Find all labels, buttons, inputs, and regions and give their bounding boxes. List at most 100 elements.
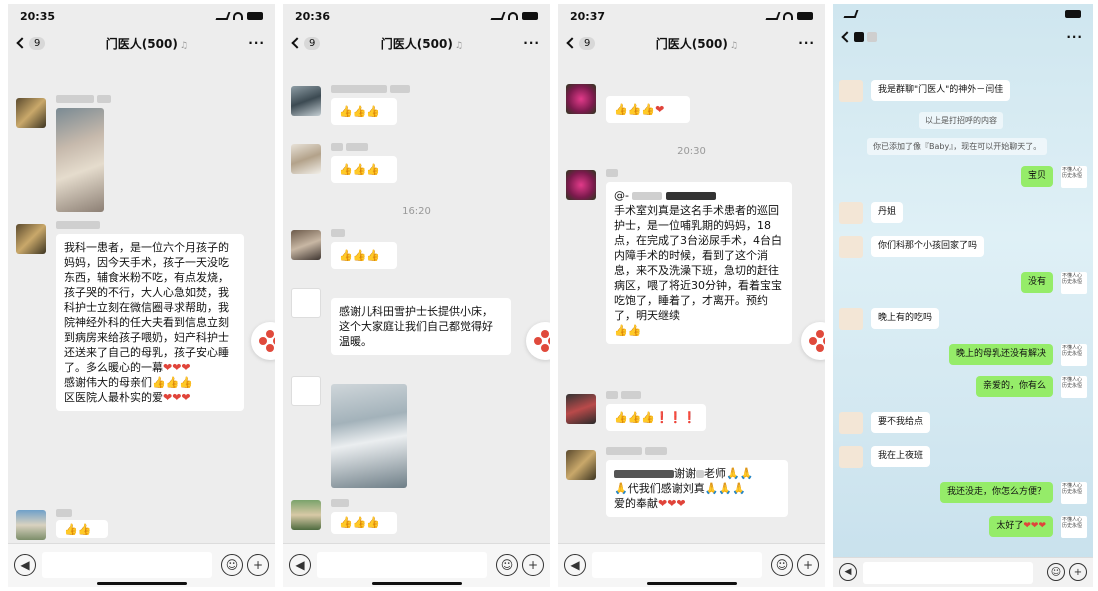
message-bubble[interactable]: 晚上有的吃吗 <box>871 308 940 329</box>
plus-icon[interactable]: + <box>247 554 269 576</box>
plus-icon[interactable]: + <box>1069 563 1087 581</box>
back-button[interactable]: 9 <box>291 36 321 50</box>
avatar[interactable] <box>16 224 46 254</box>
home-indicator <box>646 582 737 585</box>
message-bubble[interactable]: 没有 <box>1020 272 1053 293</box>
sender-name <box>331 84 410 94</box>
message-bubble[interactable]: 我科一患者，是一位六个月孩子的妈妈，因今天手术，孩子一天没吃东西，辅食米粉不吃，… <box>56 234 244 411</box>
message-bubble[interactable]: @- 手术室刘真是这名手术患者的巡回护士，是一位哺乳期的妈妈，18点，在完成了3… <box>606 182 792 344</box>
avatar[interactable] <box>839 446 863 468</box>
back-button[interactable]: 9 <box>566 36 596 50</box>
emoji-icon[interactable]: ☺ <box>221 554 243 576</box>
sender-name <box>56 220 100 230</box>
message-input[interactable] <box>317 552 487 578</box>
signal-icon <box>215 12 231 20</box>
message-bubble[interactable]: 宝贝 <box>1020 166 1053 187</box>
message-bubble[interactable]: 👍👍👍 <box>331 512 397 534</box>
message-bubble[interactable]: 感谢儿科田雪护士长提供小床，这个大家庭让我们自己都觉得好温暖。 <box>331 298 511 355</box>
message-input[interactable] <box>592 552 762 578</box>
avatar[interactable] <box>291 144 321 174</box>
status-bar: 20:35 <box>8 4 275 28</box>
avatar[interactable] <box>16 510 46 540</box>
message-bubble[interactable]: 丹姐 <box>871 202 904 223</box>
message-bubble[interactable]: 你们科那个小孩回家了吗 <box>871 236 985 257</box>
message-list[interactable]: 我是群聊"门医人"的神外－闫佳 以上是打招呼的内容 你已添加了像『Baby』，现… <box>833 50 1093 557</box>
avatar[interactable] <box>566 450 596 480</box>
plus-icon[interactable]: + <box>522 554 544 576</box>
message-input[interactable] <box>863 562 1033 584</box>
chat-header: 9 门医人(500) ♫ ··· <box>8 28 275 58</box>
message-image[interactable] <box>56 108 104 212</box>
message-bubble[interactable]: 要不我给点 <box>871 412 931 433</box>
clock: 20:36 <box>295 9 331 23</box>
more-icon[interactable]: ··· <box>1066 30 1083 44</box>
message-bubble[interactable]: 👍👍👍 <box>331 156 397 183</box>
chat-title: 门医人(500) <box>105 36 178 51</box>
home-indicator <box>96 582 187 585</box>
message-input[interactable] <box>42 552 212 578</box>
message-list[interactable]: 👍👍👍 👍👍👍 16:20 👍👍👍 感谢儿科田雪护士长提供小床，这个大家庭让我们… <box>283 58 550 543</box>
chat-header: ··· <box>833 24 1093 50</box>
signal-icon <box>843 10 859 18</box>
avatar[interactable] <box>839 412 863 434</box>
emoji-icon[interactable]: ☺ <box>496 554 518 576</box>
message-list[interactable]: 我科一患者，是一位六个月孩子的妈妈，因今天手术，孩子一天没吃东西，辅食米粉不吃，… <box>8 58 275 543</box>
plus-icon[interactable]: + <box>797 554 819 576</box>
message-list[interactable]: 👍👍👍❤ 20:30 @- 手术室刘真是这名手术患者的巡回护士，是一位哺乳期的妈… <box>558 58 825 543</box>
message-bubble[interactable]: 👍👍 <box>56 520 108 538</box>
sender-name <box>56 508 72 518</box>
avatar[interactable] <box>566 394 596 424</box>
avatar[interactable] <box>291 86 321 116</box>
status-bar <box>833 4 1093 24</box>
message-bubble[interactable]: 太好了❤❤❤ <box>989 516 1053 537</box>
avatar[interactable]: 不懂人心 历史永恒 <box>1061 376 1087 398</box>
avatar[interactable] <box>839 236 863 258</box>
avatar[interactable] <box>566 84 596 114</box>
voice-icon[interactable]: ◀ <box>839 563 857 581</box>
message-bubble[interactable]: 我是群聊"门医人"的神外－闫佳 <box>871 80 1011 101</box>
emoji-icon[interactable]: ☺ <box>1047 563 1065 581</box>
voice-icon[interactable]: ◀ <box>289 554 311 576</box>
system-message: 以上是打招呼的内容 <box>919 112 1003 129</box>
message-bubble[interactable]: 亲爱的，你有么 <box>975 376 1053 397</box>
voice-icon[interactable]: ◀ <box>14 554 36 576</box>
message-bubble[interactable]: 晚上的母乳还没有解决 <box>948 344 1053 365</box>
more-icon[interactable]: ··· <box>798 36 815 50</box>
avatar[interactable]: 不懂人心 历史永恒 <box>1061 166 1087 188</box>
chat-title: 门医人(500) <box>655 36 728 51</box>
message-bubble[interactable]: 我在上夜班 <box>871 446 931 467</box>
avatar[interactable] <box>839 80 863 102</box>
avatar[interactable] <box>839 308 863 330</box>
message-bubble[interactable]: 👍👍👍❤ <box>606 96 690 123</box>
avatar[interactable]: 不懂人心 历史永恒 <box>1061 272 1087 294</box>
avatar[interactable] <box>566 170 596 200</box>
battery-icon <box>1065 10 1081 18</box>
more-icon[interactable]: ··· <box>523 36 540 50</box>
message-bubble[interactable]: 我还没走，你怎么方便？ <box>939 482 1053 503</box>
message-bubble[interactable]: 👍👍👍❗❗❗ <box>606 404 706 431</box>
avatar[interactable]: 不懂人心 历史永恒 <box>1061 482 1087 504</box>
avatar[interactable] <box>291 500 321 530</box>
avatar[interactable] <box>291 376 321 406</box>
avatar[interactable] <box>839 202 863 224</box>
unread-count: 9 <box>304 36 321 50</box>
avatar[interactable] <box>291 230 321 260</box>
avatar[interactable] <box>291 288 321 318</box>
back-button[interactable]: 9 <box>16 36 46 50</box>
message-bubble[interactable]: 👍👍👍 <box>331 242 397 269</box>
chat-title: 门医人(500) <box>380 36 453 51</box>
chat-screen-4: ··· 我是群聊"门医人"的神外－闫佳 以上是打招呼的内容 你已添加了像『Bab… <box>833 4 1093 587</box>
home-indicator <box>371 582 462 585</box>
emoji-icon[interactable]: ☺ <box>771 554 793 576</box>
more-icon[interactable]: ··· <box>248 36 265 50</box>
avatar[interactable]: 不懂人心 历史永恒 <box>1061 516 1087 538</box>
avatar[interactable] <box>16 98 46 128</box>
input-bar: ◀ ☺ + <box>833 557 1093 587</box>
voice-icon[interactable]: ◀ <box>564 554 586 576</box>
message-bubble[interactable]: 👍👍👍 <box>331 98 397 125</box>
input-bar: ◀ ☺ + <box>283 543 550 587</box>
avatar[interactable]: 不懂人心 历史永恒 <box>1061 344 1087 366</box>
message-image[interactable] <box>331 384 407 488</box>
back-button[interactable] <box>841 31 877 43</box>
message-bubble[interactable]: 谢谢 老师🙏🙏 🙏代我们感谢刘真🙏🙏🙏 爱的奉献❤❤❤ <box>606 460 788 517</box>
